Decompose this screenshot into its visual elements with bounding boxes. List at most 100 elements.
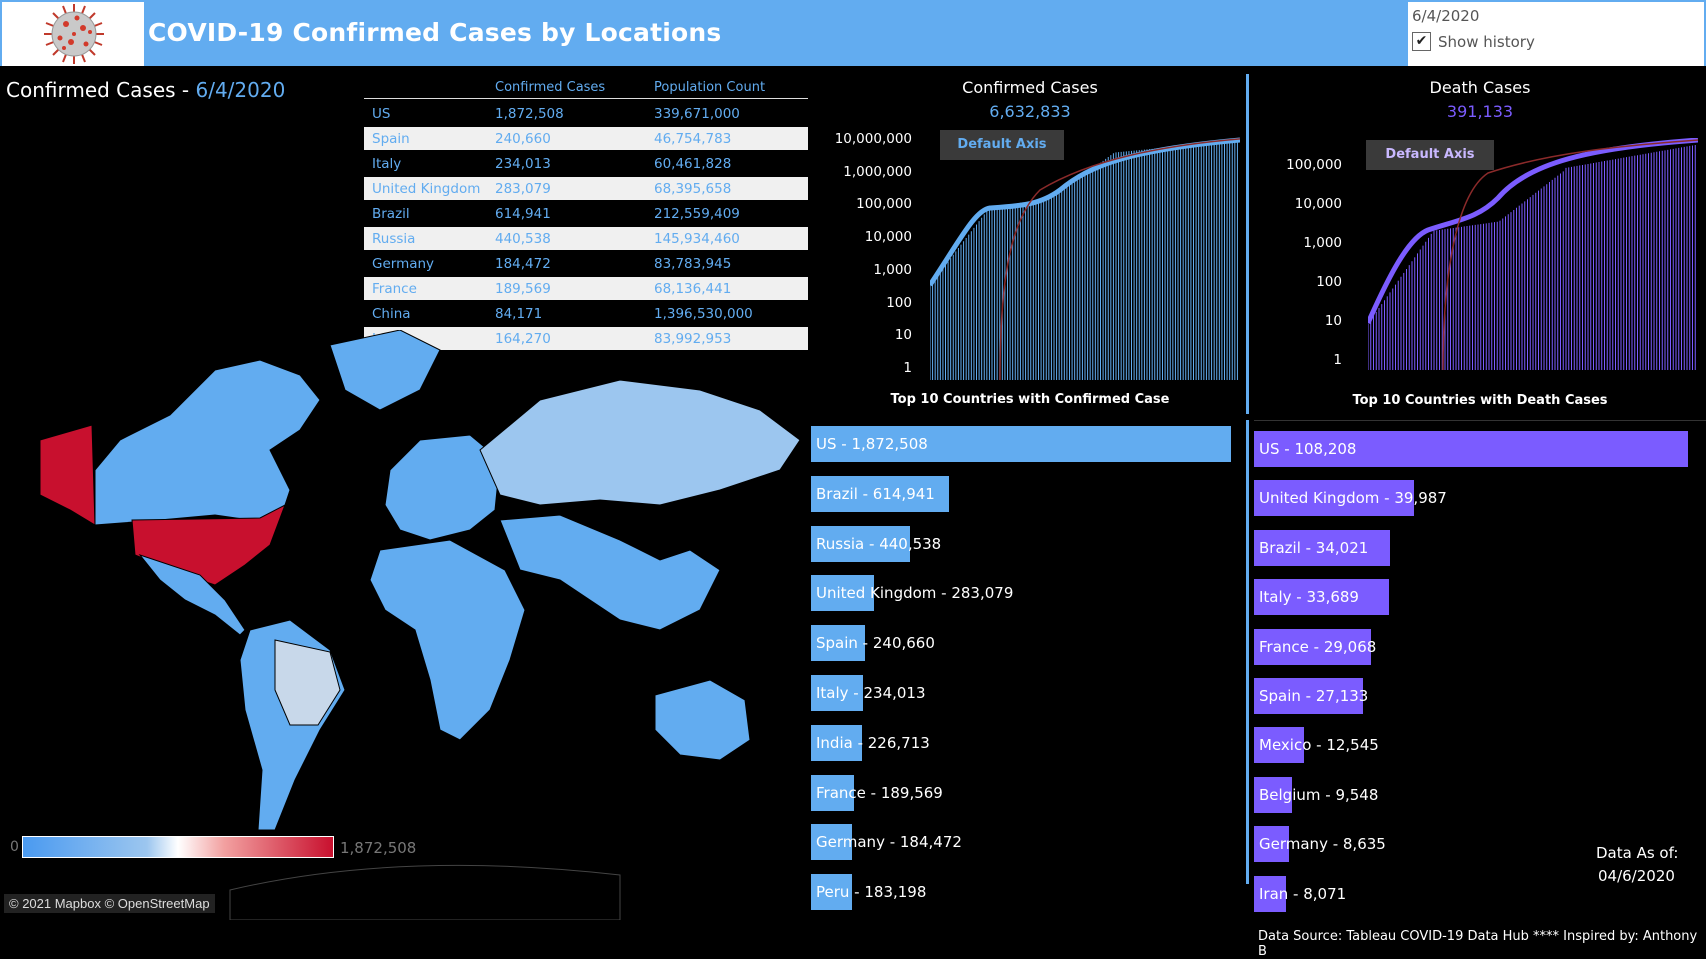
confirmed-bar-label: Italy - 234,013: [816, 684, 926, 702]
cell-cases: 1,872,508: [495, 106, 564, 122]
data-as-of-label: Data As of:: [1596, 844, 1679, 862]
confirmed-y-tick: 10,000,000: [834, 131, 912, 147]
death-y-tick: 10: [1324, 313, 1342, 329]
show-history-checkbox[interactable]: ✔: [1412, 32, 1431, 51]
map-alaska: [39, 424, 96, 526]
table-row[interactable]: Spain 240,660 46,754,783: [364, 127, 808, 150]
map-asia: [499, 514, 721, 631]
map-africa: [369, 539, 526, 741]
confirmed-y-tick: 100: [886, 294, 912, 311]
date-filter-panel: 6/4/2020 ✔ Show history: [1408, 2, 1704, 66]
show-history-label: Show history: [1438, 33, 1535, 51]
cell-country: Italy: [372, 156, 402, 172]
cell-cases: 189,569: [495, 281, 551, 297]
cell-country: France: [372, 281, 417, 297]
map-australia: [654, 679, 751, 761]
cell-population: 60,461,828: [654, 156, 732, 172]
death-y-tick: 100: [1316, 274, 1342, 290]
cell-country: China: [372, 306, 411, 322]
map-attribution[interactable]: © 2021 Mapbox © OpenStreetMap: [4, 894, 215, 913]
cell-cases: 614,941: [495, 206, 551, 222]
cell-population: 68,395,658: [654, 181, 732, 197]
death-bar-label: Germany - 8,635: [1259, 835, 1386, 854]
cell-cases: 84,171: [495, 306, 543, 322]
panel-divider-bottom: [1246, 420, 1249, 884]
header-divider: [364, 98, 808, 99]
cell-cases: 234,013: [495, 156, 551, 172]
confirmed-bar-label: Russia - 440,538: [816, 534, 942, 553]
death-default-axis-button[interactable]: Default Axis: [1366, 140, 1494, 170]
confirmed-top10-title: Top 10 Countries with Confirmed Case: [890, 392, 1170, 407]
death-bar-label: Brazil - 34,021: [1259, 538, 1369, 557]
confirmed-heading-label: Confirmed Cases -: [6, 78, 196, 102]
confirmed-default-axis-button[interactable]: Default Axis: [940, 130, 1064, 160]
cell-cases: 283,079: [495, 181, 551, 197]
virus-icon: [44, 4, 104, 64]
confirmed-bar-label: Spain - 240,660: [816, 634, 935, 653]
cell-population: 46,754,783: [654, 131, 732, 147]
data-source-credit: Data Source: Tableau COVID-19 Data Hub *…: [1258, 929, 1698, 959]
confirmed-chart-title: Confirmed Cases: [962, 78, 1098, 97]
death-y-tick: 100,000: [1286, 157, 1342, 173]
death-bar-label: Italy - 33,689: [1259, 588, 1359, 607]
table-row[interactable]: US 1,872,508 339,671,000: [364, 102, 808, 125]
cell-country: Spain: [372, 131, 410, 147]
death-bar-label: Mexico - 12,545: [1259, 736, 1379, 755]
cell-country: Germany: [372, 256, 435, 272]
death-top10-title: Top 10 Countries with Death Cases: [1352, 393, 1608, 408]
death-y-tick: 1,000: [1303, 235, 1342, 251]
table-row[interactable]: Germany 184,472 83,783,945: [364, 252, 808, 275]
confirmed-y-tick: 1: [903, 360, 912, 376]
confirmed-y-tick: 10: [894, 327, 912, 344]
death-history-chart[interactable]: [1368, 138, 1698, 370]
data-as-of-date: 04/6/2020: [1598, 867, 1675, 885]
map-antarctica: [229, 864, 621, 921]
cell-cases: 440,538: [495, 231, 551, 247]
death-bar-label: Spain - 27,133: [1259, 687, 1369, 705]
confirmed-bar-label: United Kingdom - 283,079: [816, 584, 1014, 603]
map-color-legend: [22, 836, 334, 858]
confirmed-bar-label: France - 189,569: [816, 783, 943, 802]
confirmed-y-tick: 1,000: [873, 261, 912, 278]
confirmed-bar-label: Peru - 183,198: [816, 883, 927, 902]
date-filter-value[interactable]: 6/4/2020: [1412, 7, 1479, 25]
death-bar-label: Iran - 8,071: [1259, 884, 1347, 903]
death-chart-total: 391,133: [1446, 102, 1514, 121]
cell-population: 83,783,945: [654, 256, 732, 272]
death-bar-label: France - 29,068: [1259, 637, 1377, 656]
cell-cases: 240,660: [495, 131, 551, 147]
table-row[interactable]: Brazil 614,941 212,559,409: [364, 202, 808, 225]
col-header-population: Population Count: [654, 80, 766, 95]
cell-population: 145,934,460: [654, 231, 740, 247]
confirmed-history-chart[interactable]: [930, 130, 1240, 380]
map-greenland: [329, 329, 441, 411]
world-map[interactable]: [0, 329, 810, 921]
death-bar-label: Belgium - 9,548: [1259, 785, 1379, 804]
cell-population: 68,136,441: [654, 281, 732, 297]
page-title: COVID-19 Confirmed Cases by Locations: [148, 18, 722, 47]
table-row[interactable]: United Kingdom 283,079 68,395,658: [364, 177, 808, 200]
map-canada: [94, 359, 321, 526]
confirmed-cases-heading: Confirmed Cases - 6/4/2020: [6, 78, 285, 102]
table-row[interactable]: China 84,171 1,396,530,000: [364, 302, 808, 325]
legend-max-value: 1,872,508: [340, 839, 417, 857]
confirmed-chart-total: 6,632,833: [989, 102, 1071, 121]
legend-min-value: 0: [10, 839, 19, 855]
death-bar-label: United Kingdom - 39,987: [1259, 489, 1447, 508]
cell-country: Russia: [372, 231, 416, 247]
confirmed-bar-label: Brazil - 614,941: [816, 484, 935, 503]
virus-logo: [2, 2, 144, 66]
death-bar-label: US - 108,208: [1259, 440, 1357, 458]
confirmed-bar-label: US - 1,872,508: [816, 435, 928, 453]
death-chart-title: Death Cases: [1429, 78, 1531, 97]
table-row[interactable]: Russia 440,538 145,934,460: [364, 227, 808, 250]
cell-population: 212,559,409: [654, 206, 740, 222]
confirmed-bar-label: India - 226,713: [816, 733, 930, 752]
table-row[interactable]: Italy 234,013 60,461,828: [364, 152, 808, 175]
map-russia: [479, 379, 801, 506]
cell-population: 1,396,530,000: [654, 306, 753, 322]
cell-country: United Kingdom: [372, 181, 481, 197]
cell-cases: 184,472: [495, 256, 551, 272]
confirmed-y-tick: 1,000,000: [843, 163, 912, 180]
table-row[interactable]: France 189,569 68,136,441: [364, 277, 808, 300]
